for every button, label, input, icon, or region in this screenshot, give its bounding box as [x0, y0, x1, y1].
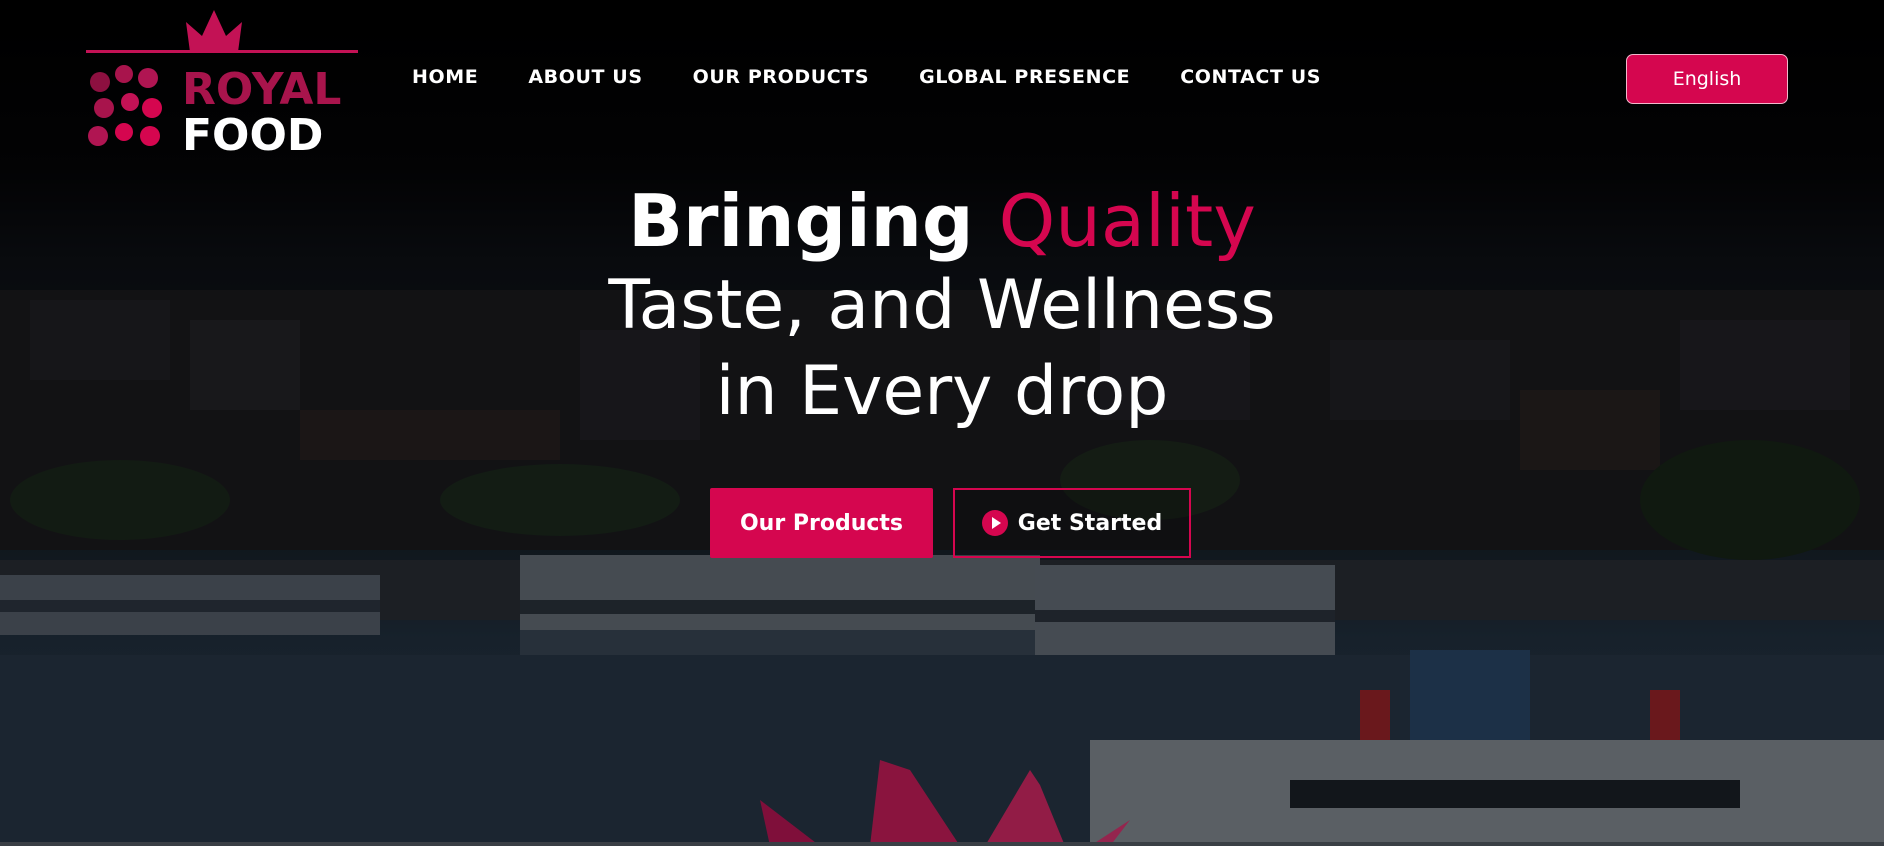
get-started-button[interactable]: Get Started	[953, 488, 1191, 558]
play-circle-icon	[981, 510, 1008, 536]
our-products-label: Our Products	[739, 510, 904, 536]
nav-home[interactable]: HOME	[412, 66, 478, 88]
nav-about-us[interactable]: ABOUT US	[528, 66, 642, 88]
logo-dots-icon	[88, 65, 162, 146]
our-products-button[interactable]: Our Products	[710, 488, 933, 558]
nav-global-presence[interactable]: GLOBAL PRESENCE	[919, 66, 1130, 88]
page-bottom-edge	[0, 842, 1884, 846]
hero-title-accent: Quality	[998, 179, 1256, 263]
main-nav: HOME ABOUT US OUR PRODUCTS GLOBAL PRESEN…	[412, 66, 1321, 88]
hero-subtitle-line1: Taste, and Wellness	[608, 266, 1276, 345]
hero-subtitle-line2: in Every drop	[715, 352, 1169, 431]
hero-section: ROYAL FOOD HOME ABOUT US OUR PRODUCTS GL…	[0, 0, 1884, 846]
nav-contact-us[interactable]: CONTACT US	[1180, 66, 1321, 88]
nav-our-products[interactable]: OUR PRODUCTS	[693, 66, 870, 88]
crown-icon	[86, 10, 358, 53]
svg-text:ROYAL: ROYAL	[182, 64, 341, 115]
get-started-label: Get Started	[1017, 510, 1163, 536]
hero-title: Bringing Quality	[0, 180, 1884, 262]
hero-title-main: Bringing	[628, 179, 974, 263]
language-button[interactable]: English	[1626, 54, 1788, 104]
svg-text:FOOD: FOOD	[182, 110, 323, 156]
brand-logo[interactable]: ROYAL FOOD	[86, 4, 358, 156]
